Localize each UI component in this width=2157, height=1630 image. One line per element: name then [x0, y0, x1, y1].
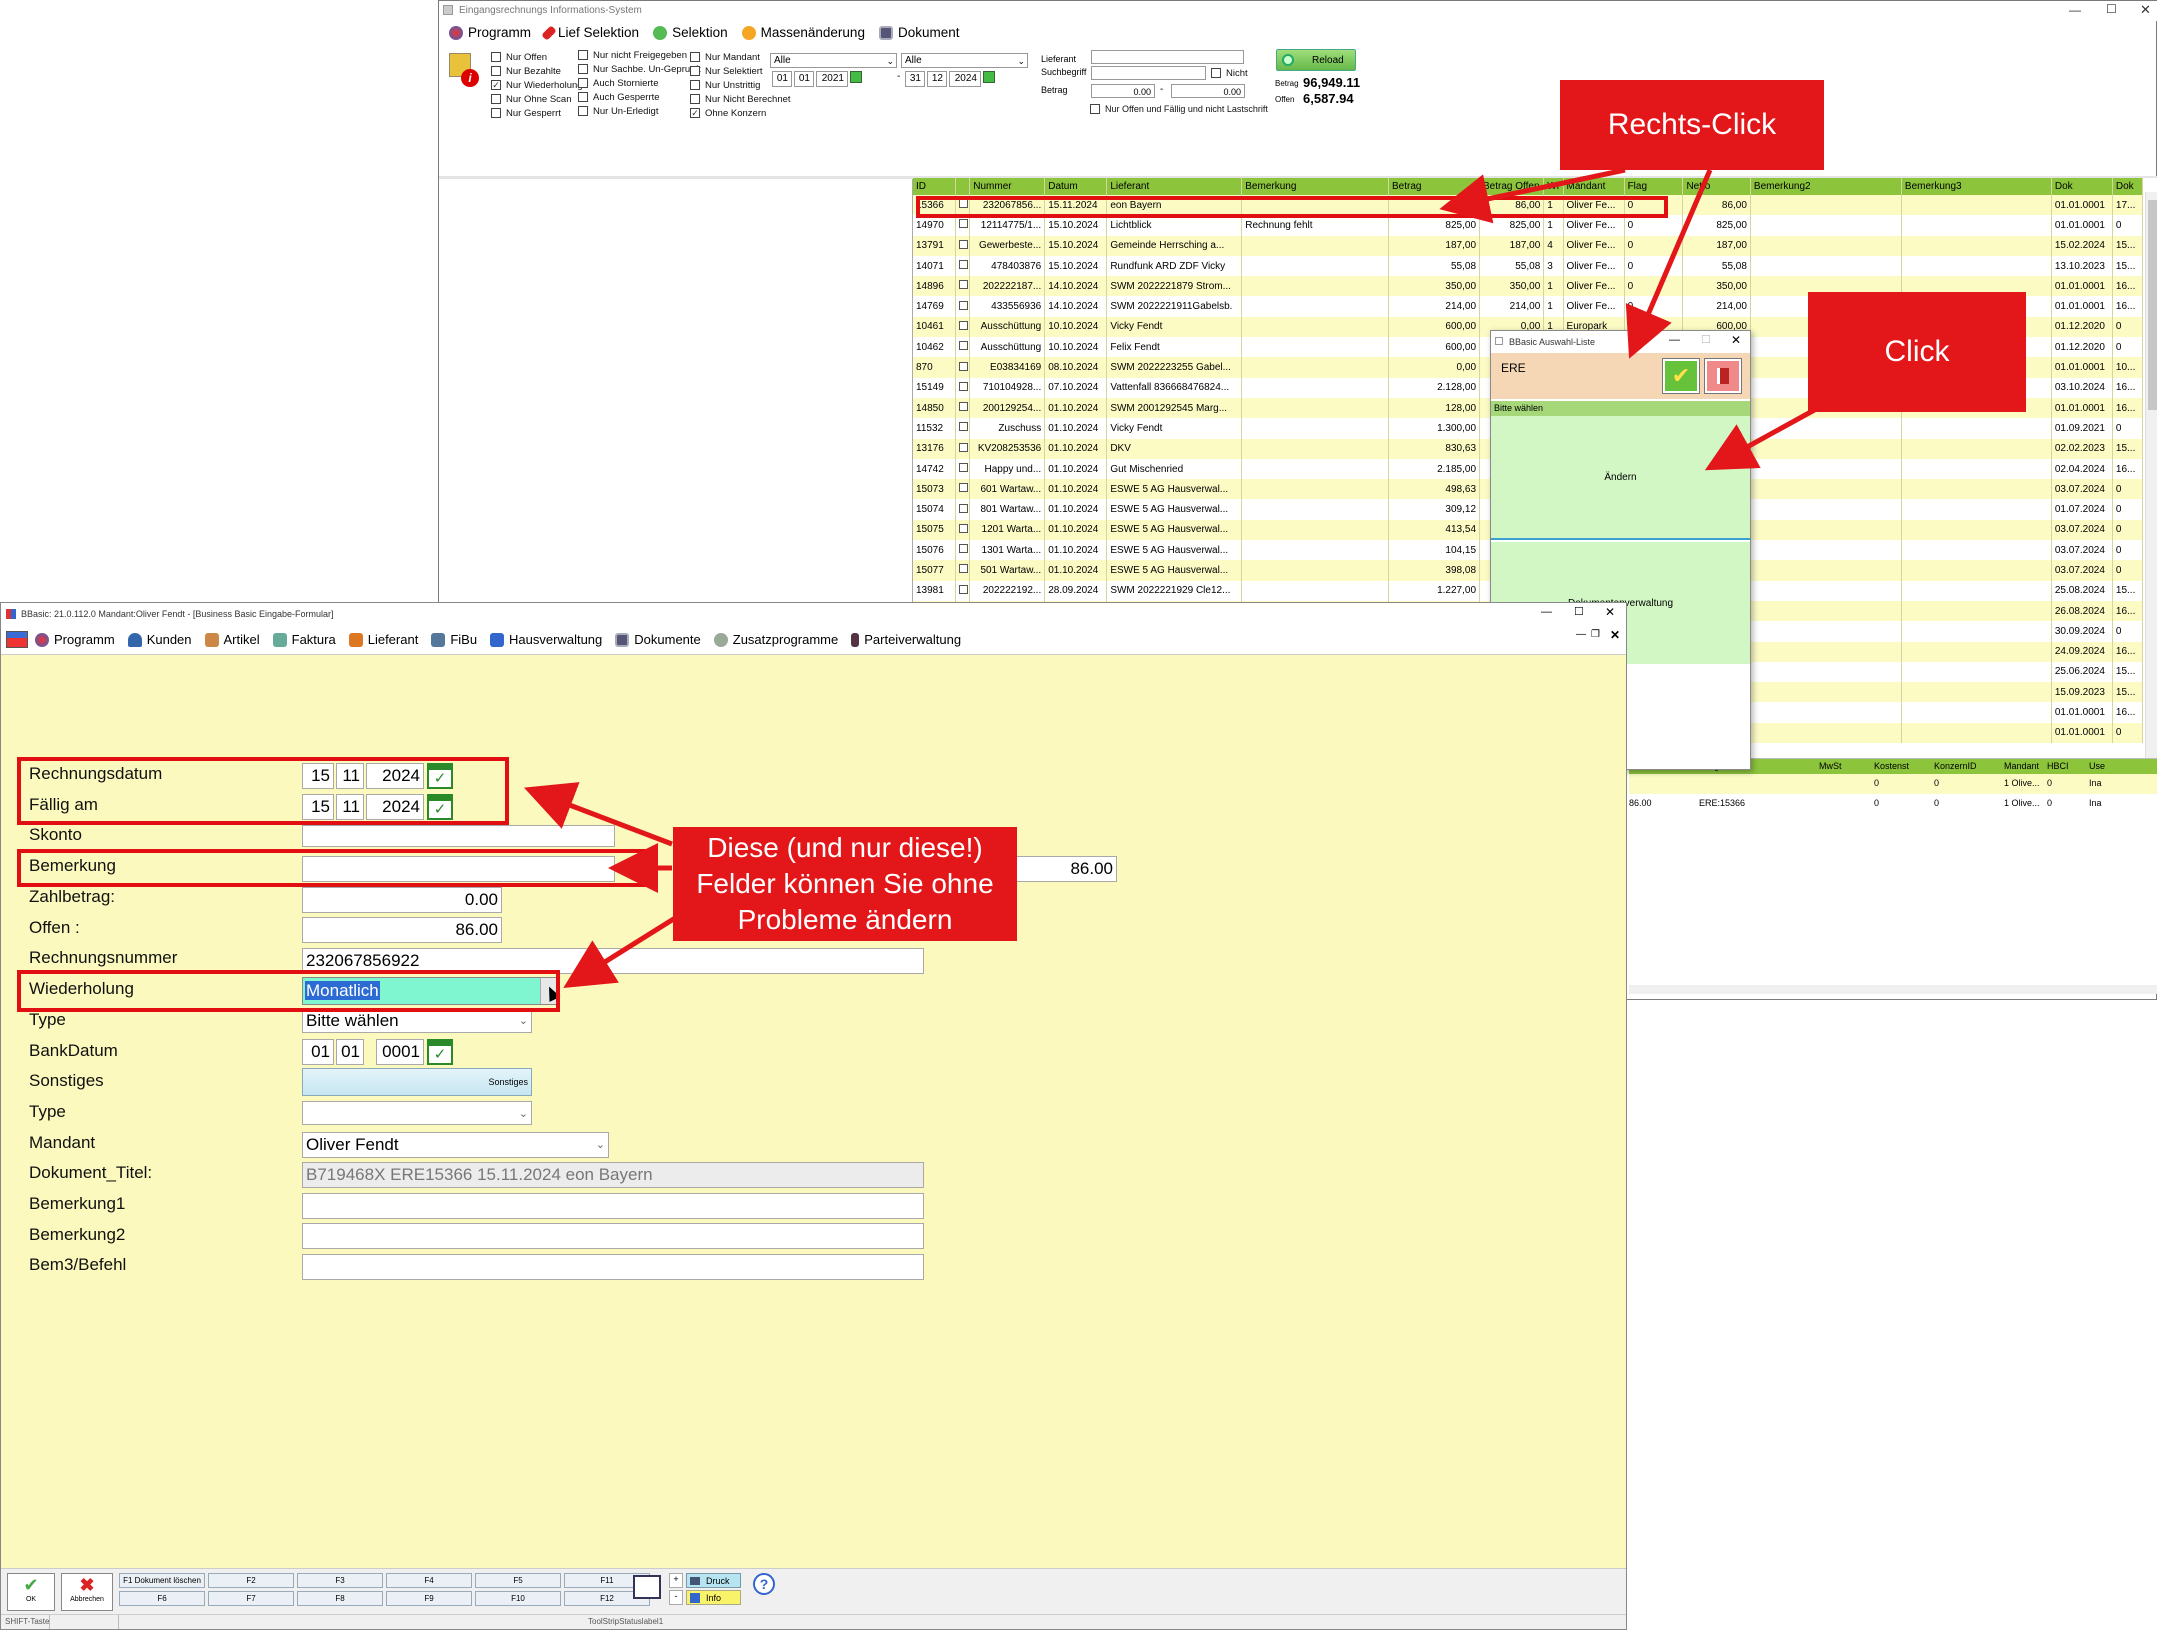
- arrow-to-row: [1439, 167, 1626, 224]
- arrow-to-popup: [1625, 169, 1713, 359]
- arrow-to-dates: [523, 782, 673, 847]
- arrow-to-wiederholung: [563, 912, 682, 988]
- annotation-arrows: [523, 167, 1820, 988]
- arrow-to-aendern: [1704, 405, 1820, 471]
